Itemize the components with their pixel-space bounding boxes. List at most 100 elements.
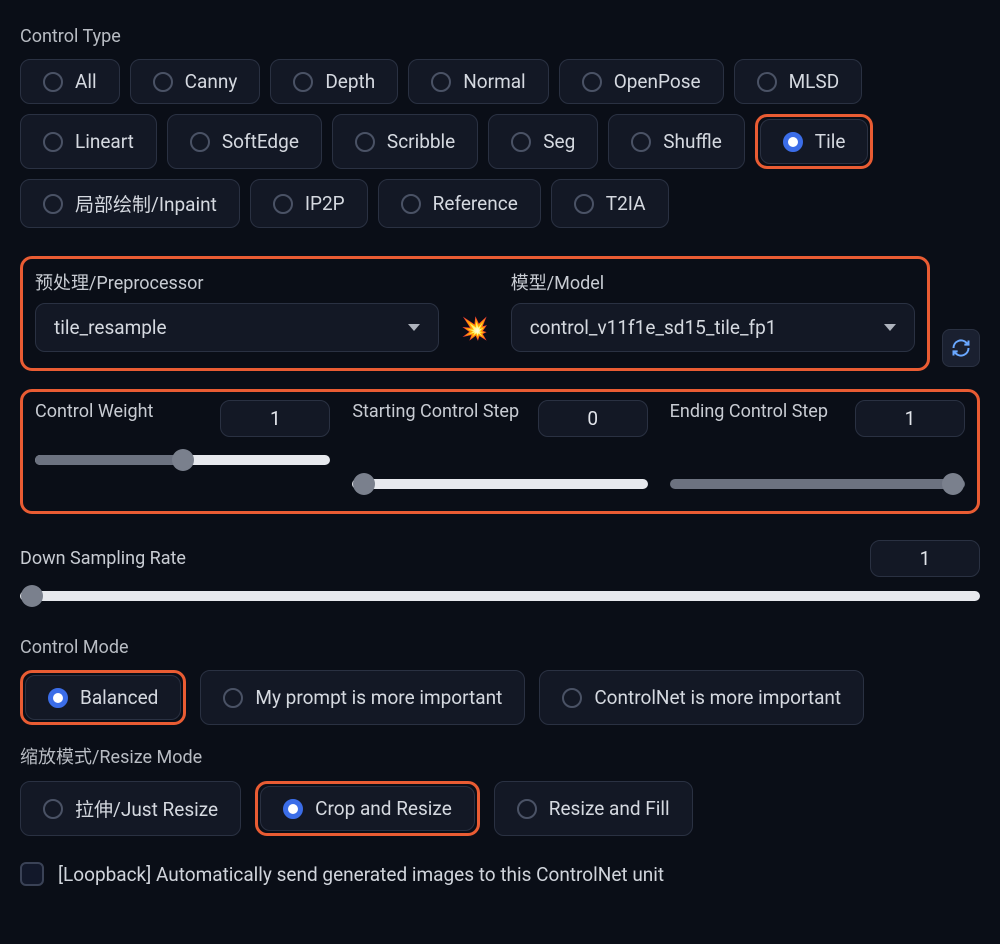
radio-label: Resize and Fill	[549, 797, 670, 820]
control-step-sliders-highlight: Control Weight 1 Starting Control Step 0…	[20, 389, 980, 514]
control-mode-controlnet[interactable]: ControlNet is more important	[539, 670, 864, 725]
control-type-normal[interactable]: Normal	[408, 59, 548, 104]
control-type-all[interactable]: All	[20, 59, 120, 104]
control-mode-label: Control Mode	[20, 637, 980, 658]
resize-mode-label: 缩放模式/Resize Mode	[20, 743, 980, 769]
radio-icon	[757, 72, 777, 92]
radio-icon	[293, 72, 313, 92]
control-weight-label: Control Weight	[35, 400, 153, 423]
refresh-icon	[951, 338, 971, 358]
control-mode-row: Balanced My prompt is more important Con…	[20, 670, 980, 725]
radio-icon	[582, 72, 602, 92]
resize-mode-row: 拉伸/Just Resize Crop and Resize Resize an…	[20, 781, 980, 836]
radio-label: Depth	[325, 70, 375, 93]
control-type-scribble[interactable]: Scribble	[332, 114, 478, 169]
radio-icon	[574, 194, 594, 214]
control-mode-prompt[interactable]: My prompt is more important	[200, 670, 525, 725]
radio-icon	[43, 799, 63, 819]
radio-label: 局部绘制/Inpaint	[75, 190, 217, 217]
model-select[interactable]: control_v11f1e_sd15_tile_fp1	[511, 303, 915, 352]
control-type-ip2p[interactable]: IP2P	[250, 179, 368, 228]
control-mode-balanced-highlight: Balanced	[20, 670, 186, 725]
down-sampling-group: Down Sampling Rate 1	[20, 540, 980, 601]
control-type-inpaint[interactable]: 局部绘制/Inpaint	[20, 179, 240, 228]
control-type-t2ia[interactable]: T2IA	[551, 179, 669, 228]
radio-icon	[562, 688, 582, 708]
radio-icon	[401, 194, 421, 214]
chevron-down-icon	[408, 324, 420, 331]
end-step-group: Ending Control Step 1	[670, 400, 965, 489]
control-type-softedge[interactable]: SoftEdge	[167, 114, 322, 169]
model-label: 模型/Model	[511, 269, 915, 295]
control-type-row-2: Lineart SoftEdge Scribble Seg Shuffle Ti…	[20, 114, 980, 169]
radio-icon	[783, 132, 803, 152]
radio-icon	[223, 688, 243, 708]
end-step-label: Ending Control Step	[670, 400, 828, 423]
radio-label: Balanced	[80, 686, 158, 709]
radio-icon	[431, 72, 451, 92]
radio-label: Reference	[433, 192, 518, 215]
resize-mode-fill[interactable]: Resize and Fill	[494, 781, 693, 836]
radio-icon	[511, 132, 531, 152]
resize-mode-crop-highlight: Crop and Resize	[255, 781, 480, 836]
slider-thumb[interactable]	[353, 473, 375, 495]
control-weight-input[interactable]: 1	[220, 400, 330, 437]
control-type-openpose[interactable]: OpenPose	[559, 59, 724, 104]
radio-icon	[355, 132, 375, 152]
loopback-label: [Loopback] Automatically send generated …	[58, 863, 664, 886]
start-step-group: Starting Control Step 0	[352, 400, 647, 489]
control-weight-slider[interactable]	[35, 455, 330, 465]
control-type-tile[interactable]: Tile	[760, 119, 869, 164]
preprocessor-value: tile_resample	[54, 316, 167, 339]
radio-label: IP2P	[305, 192, 345, 215]
run-preprocessor-button[interactable]: 💥	[455, 317, 494, 352]
radio-label: SoftEdge	[222, 130, 299, 153]
slider-thumb[interactable]	[942, 473, 964, 495]
control-mode-balanced[interactable]: Balanced	[25, 675, 181, 720]
radio-label: ControlNet is more important	[594, 686, 841, 709]
radio-label: Lineart	[75, 130, 134, 153]
model-column: 模型/Model control_v11f1e_sd15_tile_fp1	[511, 269, 915, 352]
refresh-models-button[interactable]	[942, 329, 980, 367]
radio-icon	[43, 194, 63, 214]
control-type-mlsd[interactable]: MLSD	[734, 59, 863, 104]
radio-icon	[43, 72, 63, 92]
radio-label: T2IA	[606, 192, 646, 215]
start-step-label: Starting Control Step	[352, 400, 519, 423]
down-sampling-label: Down Sampling Rate	[20, 547, 186, 570]
model-value: control_v11f1e_sd15_tile_fp1	[530, 316, 777, 339]
slider-thumb[interactable]	[21, 585, 43, 607]
end-step-slider[interactable]	[670, 479, 965, 489]
start-step-input[interactable]: 0	[538, 400, 648, 437]
radio-label: All	[75, 70, 97, 93]
radio-icon	[43, 132, 63, 152]
preprocessor-model-highlight: 预处理/Preprocessor tile_resample 💥 模型/Mode…	[20, 256, 930, 371]
end-step-input[interactable]: 1	[855, 400, 965, 437]
radio-label: OpenPose	[614, 70, 701, 93]
down-sampling-slider[interactable]	[20, 591, 980, 601]
control-type-seg[interactable]: Seg	[488, 114, 598, 169]
radio-label: Crop and Resize	[315, 797, 452, 820]
resize-mode-just-resize[interactable]: 拉伸/Just Resize	[20, 781, 241, 836]
loopback-row[interactable]: [Loopback] Automatically send generated …	[20, 862, 980, 886]
control-type-depth[interactable]: Depth	[270, 59, 398, 104]
control-type-tile-highlight: Tile	[755, 114, 874, 169]
resize-mode-crop[interactable]: Crop and Resize	[260, 786, 475, 831]
loopback-checkbox[interactable]	[20, 862, 44, 886]
control-type-reference[interactable]: Reference	[378, 179, 541, 228]
control-type-row-1: All Canny Depth Normal OpenPose MLSD	[20, 59, 980, 104]
radio-icon	[153, 72, 173, 92]
down-sampling-input[interactable]: 1	[870, 540, 980, 577]
radio-label: Scribble	[387, 130, 455, 153]
radio-label: Canny	[185, 70, 238, 93]
preprocessor-select[interactable]: tile_resample	[35, 303, 439, 352]
control-type-shuffle[interactable]: Shuffle	[608, 114, 745, 169]
radio-icon	[517, 799, 537, 819]
start-step-slider[interactable]	[352, 479, 647, 489]
control-type-lineart[interactable]: Lineart	[20, 114, 157, 169]
control-type-row-3: 局部绘制/Inpaint IP2P Reference T2IA	[20, 179, 980, 228]
slider-thumb[interactable]	[172, 449, 194, 471]
radio-label: My prompt is more important	[255, 686, 502, 709]
control-type-canny[interactable]: Canny	[130, 59, 261, 104]
radio-label: MLSD	[789, 70, 840, 93]
